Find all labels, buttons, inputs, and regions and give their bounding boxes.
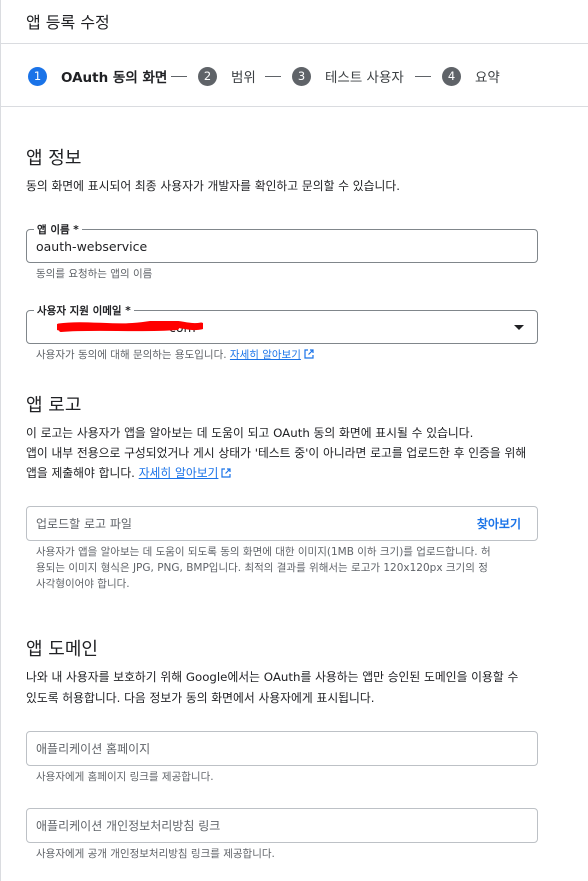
browse-button[interactable]: 찾아보기 xyxy=(477,507,521,540)
logo-hint-3: 사각형이어야 합니다. xyxy=(36,578,130,590)
logo-hint-2: 용되는 이미지 형식은 JPG, PNG, BMP입니다. 최적의 결과를 위해… xyxy=(36,562,488,574)
app-info-description: 동의 화면에 표시되어 최종 사용자가 개발자를 확인하고 문의할 수 있습니다… xyxy=(26,179,400,193)
learn-more-link[interactable]: 자세히 알아보기 xyxy=(230,349,301,361)
step-connector xyxy=(415,76,431,77)
app-info-title: 앱 정보 xyxy=(26,148,82,169)
step-connector xyxy=(265,76,281,77)
step-scopes[interactable]: 2 범위 xyxy=(198,66,256,86)
step-number: 3 xyxy=(292,66,311,86)
step-label: 범위 xyxy=(231,70,256,86)
app-name-value[interactable]: oauth-webservice xyxy=(36,230,147,262)
step-summary[interactable]: 4 요약 xyxy=(442,66,500,86)
homepage-input[interactable]: 애플리케이션 홈페이지 xyxy=(26,731,538,766)
external-link-icon xyxy=(304,349,314,359)
step-number: 2 xyxy=(198,66,217,86)
homepage-hint: 사용자에게 홈페이지 링크를 제공합니다. xyxy=(36,771,214,783)
step-label: 요약 xyxy=(475,70,500,86)
page-title: 앱 등록 수정 xyxy=(26,13,110,32)
support-email-label: 사용자 지원 이메일 * xyxy=(34,303,134,318)
support-email-hint-text: 사용자가 동의에 대해 문의하는 용도입니다. xyxy=(36,349,227,361)
app-logo-description-1: 이 로고는 사용자가 앱을 알아보는 데 도움이 되고 OAuth 동의 화면에… xyxy=(26,426,474,440)
dropdown-arrow-icon[interactable] xyxy=(514,325,524,330)
learn-more-link[interactable]: 자세히 알아보기 xyxy=(139,466,219,480)
homepage-placeholder: 애플리케이션 홈페이지 xyxy=(36,742,151,756)
registration-stepper: 1 OAuth 동의 화면 2 범위 3 테스트 사용자 4 요약 xyxy=(0,45,588,107)
external-link-icon xyxy=(221,468,232,478)
app-logo-description-2: 앱이 내부 전용으로 구성되었거나 게시 상태가 '테스트 중'이 아니라면 로… xyxy=(26,446,527,460)
app-logo-description-3: 앱을 제출해야 합니다. 자세히 알아보기 xyxy=(26,463,232,484)
page-header: 앱 등록 수정 xyxy=(0,0,588,44)
support-email-hint: 사용자가 동의에 대해 문의하는 용도입니다. 자세히 알아보기 xyxy=(36,347,314,363)
privacy-policy-placeholder: 애플리케이션 개인정보처리방침 링크 xyxy=(36,819,221,833)
logo-upload-field[interactable]: 업로드할 로고 파일 찾아보기 xyxy=(26,506,538,541)
app-domain-description-1: 나와 내 사용자를 보호하기 위해 Google에서는 OAuth를 사용하는 … xyxy=(26,670,519,684)
step-number: 1 xyxy=(28,66,47,86)
step-label: 테스트 사용자 xyxy=(325,70,404,86)
redaction-mark xyxy=(57,321,203,332)
app-name-hint: 동의를 요청하는 앱의 이름 xyxy=(36,268,153,280)
logo-upload-placeholder: 업로드할 로고 파일 xyxy=(36,517,132,531)
step-oauth-consent[interactable]: 1 OAuth 동의 화면 xyxy=(28,66,167,86)
app-domain-description-2: 있도록 허용합니다. 다음 정보가 동의 화면에서 사용자에게 표시됩니다. xyxy=(26,691,375,705)
logo-hint-1: 사용자가 앱을 알아보는 데 도움이 되도록 동의 화면에 대한 이미지(1MB… xyxy=(36,546,491,558)
left-frame-border xyxy=(0,0,1,881)
privacy-policy-hint: 사용자에게 공개 개인정보처리방침 링크를 제공합니다. xyxy=(36,848,275,860)
step-test-users[interactable]: 3 테스트 사용자 xyxy=(292,66,404,86)
step-connector xyxy=(171,76,187,77)
app-logo-title: 앱 로고 xyxy=(26,395,82,416)
step-label: OAuth 동의 화면 xyxy=(61,70,168,86)
support-email-select[interactable]: 사용자 지원 이메일 * com xyxy=(26,303,538,344)
app-logo-description-3-text: 앱을 제출해야 합니다. xyxy=(26,466,135,480)
app-name-field[interactable]: 앱 이름 * oauth-webservice xyxy=(26,222,538,263)
privacy-policy-input[interactable]: 애플리케이션 개인정보처리방침 링크 xyxy=(26,808,538,843)
step-number: 4 xyxy=(442,66,461,86)
app-domain-title: 앱 도메인 xyxy=(26,639,98,660)
